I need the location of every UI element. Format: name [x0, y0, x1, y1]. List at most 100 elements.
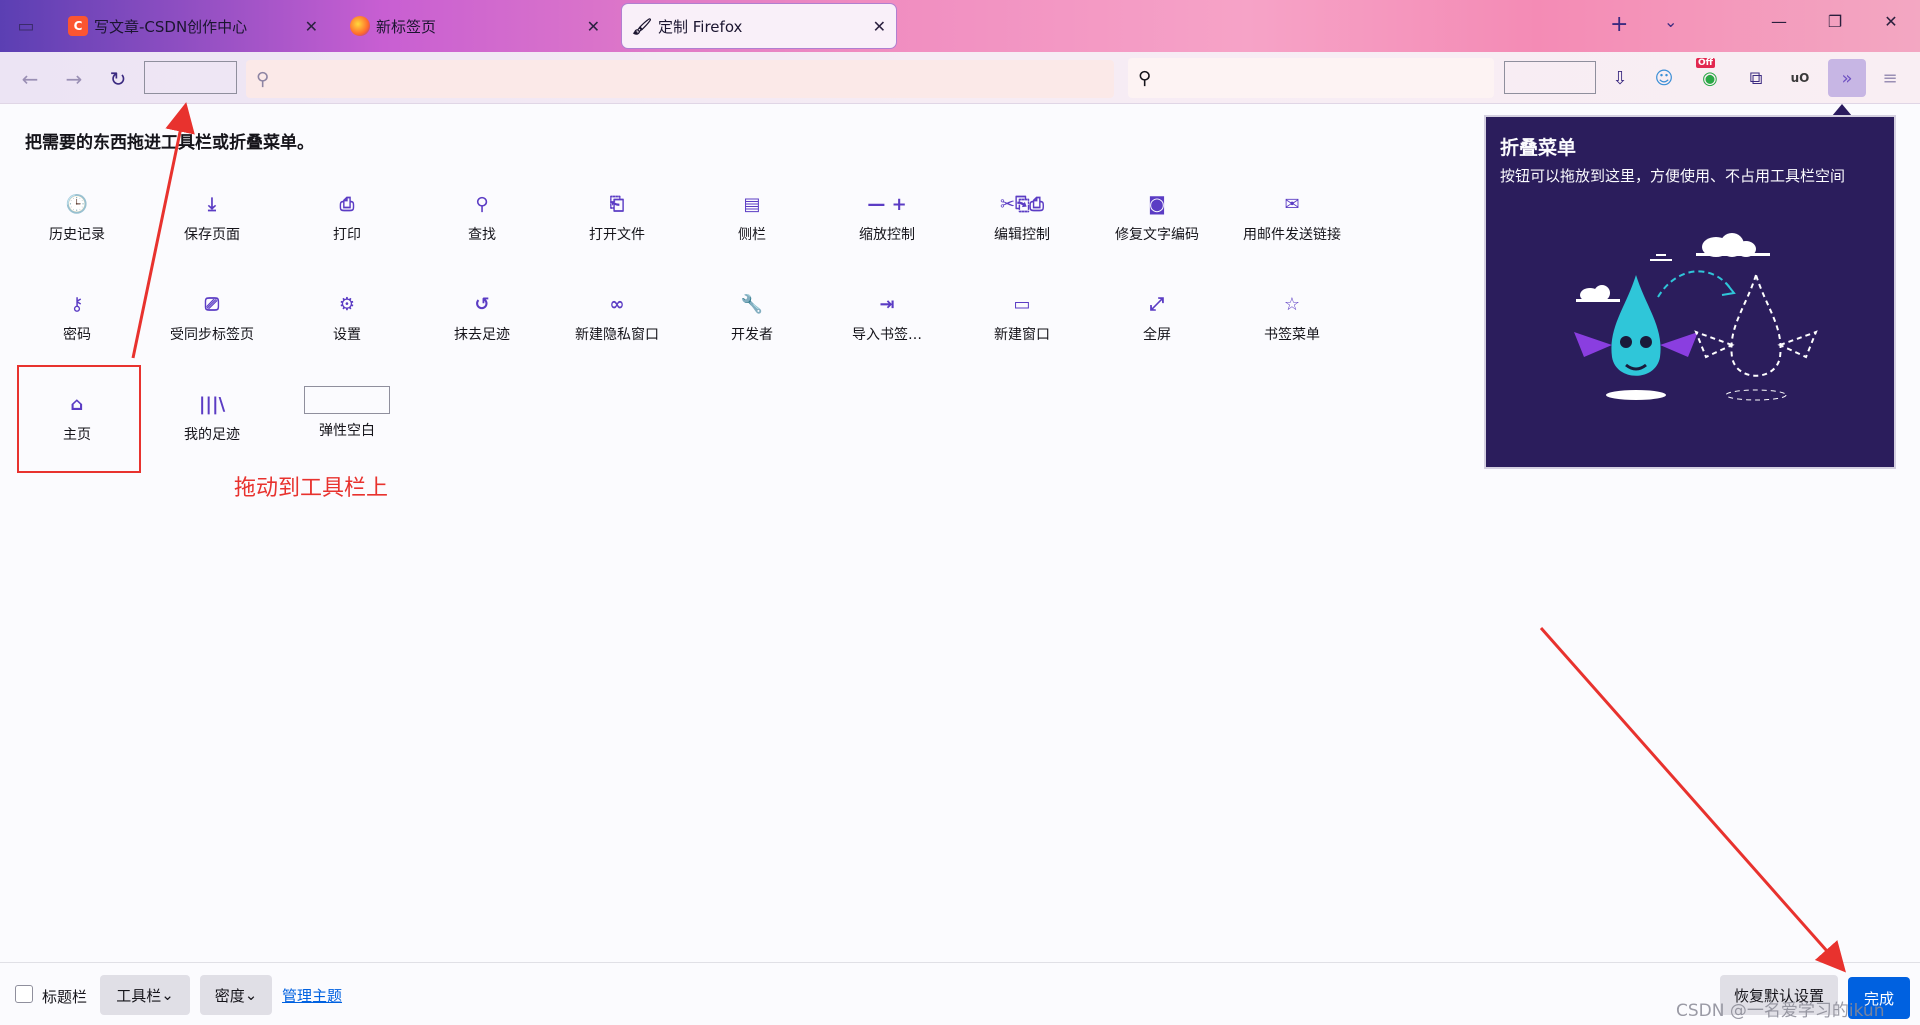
url-bar[interactable]: ⚲	[246, 60, 1114, 98]
tab-title: 写文章-CSDN创作中心	[94, 17, 248, 36]
palette-icon: ↺	[474, 293, 490, 315]
chevron-down-icon: ⌄	[244, 986, 258, 1004]
tab-strip: ▭ C 写文章-CSDN创作中心 ✕ 新标签页 ✕ 🖌 定制 Firefox ✕…	[0, 0, 1920, 52]
dragon-illustration-icon	[1574, 233, 1818, 401]
url-input[interactable]	[277, 70, 1114, 88]
chevron-down-icon: ⌄	[161, 986, 174, 1004]
palette-item[interactable]: ⇥ 导入书签…	[822, 278, 952, 358]
palette-item[interactable]: ⚲ 查找	[417, 178, 547, 258]
palette-icon: ▤	[743, 193, 761, 215]
palette-icon: — +	[867, 193, 907, 215]
palette-item[interactable]: ⎗ 打开文件	[552, 178, 682, 258]
account-icon[interactable]: ☺	[1648, 62, 1680, 94]
palette-icon: ⤓	[208, 193, 216, 215]
palette-item[interactable]: ⎚ 受同步标签页	[147, 278, 277, 358]
palette-label: 开发者	[731, 327, 773, 343]
palette-icon: ⎙	[339, 193, 355, 215]
palette-icon: ⎗	[609, 193, 625, 215]
palette-item[interactable]: ∞ 新建隐私窗口	[552, 278, 682, 358]
palette-icon: ∞	[609, 293, 625, 315]
palette-icon: ⇥	[879, 293, 895, 315]
flexible-space-placeholder[interactable]	[1504, 61, 1596, 94]
palette-icon: ◙	[1148, 193, 1166, 215]
firefox-view-icon[interactable]: ▭	[8, 10, 44, 42]
palette-icon: |||\	[198, 393, 226, 415]
palette-icon: 🔧	[740, 293, 764, 315]
palette-item[interactable]: ✉ 用邮件发送链接	[1227, 178, 1357, 258]
customize-instructions: 把需要的东西拖进工具栏或折叠菜单。	[25, 133, 314, 153]
tab-customize-firefox[interactable]: 🖌 定制 Firefox ✕	[622, 4, 896, 48]
palette-label: 保存页面	[184, 227, 240, 243]
manage-themes-link[interactable]: 管理主题	[282, 985, 342, 1006]
search-icon: ⚲	[1138, 67, 1152, 89]
palette-item[interactable]: |||\ 我的足迹	[147, 378, 277, 458]
off-badge: Off	[1696, 58, 1715, 68]
palette-label: 全屏	[1143, 327, 1171, 343]
palette-icon: ⚲	[475, 193, 489, 215]
palette-label: 弹性空白	[319, 423, 375, 439]
extensions-icon[interactable]: ⧉	[1740, 62, 1772, 94]
palette-label: 侧栏	[738, 227, 766, 243]
back-icon[interactable]: ←	[14, 64, 46, 94]
search-bar[interactable]: ⚲	[1128, 58, 1494, 98]
palette-item[interactable]: 🕒 历史记录	[12, 178, 142, 258]
close-icon[interactable]: ✕	[873, 17, 886, 36]
palette-item[interactable]: ☆ 书签菜单	[1227, 278, 1357, 358]
palette-item[interactable]: 弹性空白	[282, 378, 412, 458]
palette-icon: ⚷	[70, 293, 84, 315]
forward-icon[interactable]: →	[58, 64, 90, 94]
density-dropdown-button[interactable]: 密度 ⌄	[200, 975, 272, 1015]
palette-item[interactable]: ⚷ 密码	[12, 278, 142, 358]
close-icon[interactable]: ✕	[587, 17, 600, 36]
list-all-tabs-button[interactable]: ⌄	[1664, 12, 1677, 31]
palette-label: 受同步标签页	[170, 327, 254, 343]
palette-item[interactable]: ⎙ 打印	[282, 178, 412, 258]
palette-item[interactable]: ⤓ 保存页面	[147, 178, 277, 258]
palette-label: 缩放控制	[859, 227, 915, 243]
annotation-text: 拖动到工具栏上	[234, 476, 389, 501]
reload-icon[interactable]: ↻	[102, 64, 134, 94]
palette-label: 历史记录	[49, 227, 105, 243]
palette-icon: 🕒	[65, 193, 89, 215]
overflow-menu-button[interactable]: »	[1828, 59, 1866, 97]
palette-item[interactable]: ◙ 修复文字编码	[1092, 178, 1222, 258]
palette-item[interactable]: 🔧 开发者	[687, 278, 817, 358]
flexible-space-placeholder[interactable]	[144, 61, 237, 94]
paintbrush-icon: 🖌	[631, 16, 653, 36]
firefox-logo-icon	[350, 16, 370, 36]
palette-label: 打印	[333, 227, 361, 243]
palette-item[interactable]: ⤢ 全屏	[1092, 278, 1222, 358]
flexible-space-preview	[304, 386, 390, 414]
window-close-button[interactable]: ✕	[1876, 12, 1906, 31]
tab-csdn[interactable]: C 写文章-CSDN创作中心 ✕	[58, 4, 328, 48]
download-icon[interactable]: ⇩	[1604, 62, 1636, 94]
palette-item[interactable]: — + 缩放控制	[822, 178, 952, 258]
palette-item[interactable]: ↺ 抹去足迹	[417, 278, 547, 358]
palette-item[interactable]: ▭ 新建窗口	[957, 278, 1087, 358]
palette-item[interactable]: ▤ 侧栏	[687, 178, 817, 258]
palette-icon: ✉	[1284, 193, 1300, 215]
titlebar-checkbox[interactable]	[15, 985, 33, 1003]
ublock-icon[interactable]: uO	[1784, 62, 1816, 94]
palette-item[interactable]: ⚙ 设置	[282, 278, 412, 358]
toolbars-dropdown-button[interactable]: 工具栏 ⌄	[100, 975, 190, 1015]
tab-new-tab[interactable]: 新标签页 ✕	[340, 4, 610, 48]
palette-icon: ⚙	[338, 293, 356, 315]
palette-item[interactable]: ✂⎘⎙ 编辑控制	[957, 178, 1087, 258]
panel-description: 按钮可以拖放到这里，方便使用、不占用工具栏空间	[1500, 167, 1846, 185]
palette-label: 打开文件	[589, 227, 645, 243]
titlebar-label: 标题栏	[42, 988, 88, 1006]
new-tab-button[interactable]: +	[1610, 12, 1628, 37]
palette-label: 密码	[63, 327, 91, 343]
extension-off-icon[interactable]: ◉ Off	[1694, 58, 1726, 94]
palette-label: 设置	[333, 327, 361, 343]
hamburger-menu-icon[interactable]: ≡	[1874, 62, 1906, 94]
search-input[interactable]	[1159, 69, 1494, 87]
search-icon: ⚲	[256, 68, 270, 90]
close-icon[interactable]: ✕	[305, 17, 318, 36]
panel-title: 折叠菜单	[1500, 137, 1577, 159]
restore-button[interactable]: ❐	[1820, 12, 1850, 31]
minimize-button[interactable]: —	[1764, 12, 1794, 31]
palette-icon: ✂⎘⎙	[1000, 193, 1044, 215]
palette-icon: ⎚	[204, 293, 220, 315]
